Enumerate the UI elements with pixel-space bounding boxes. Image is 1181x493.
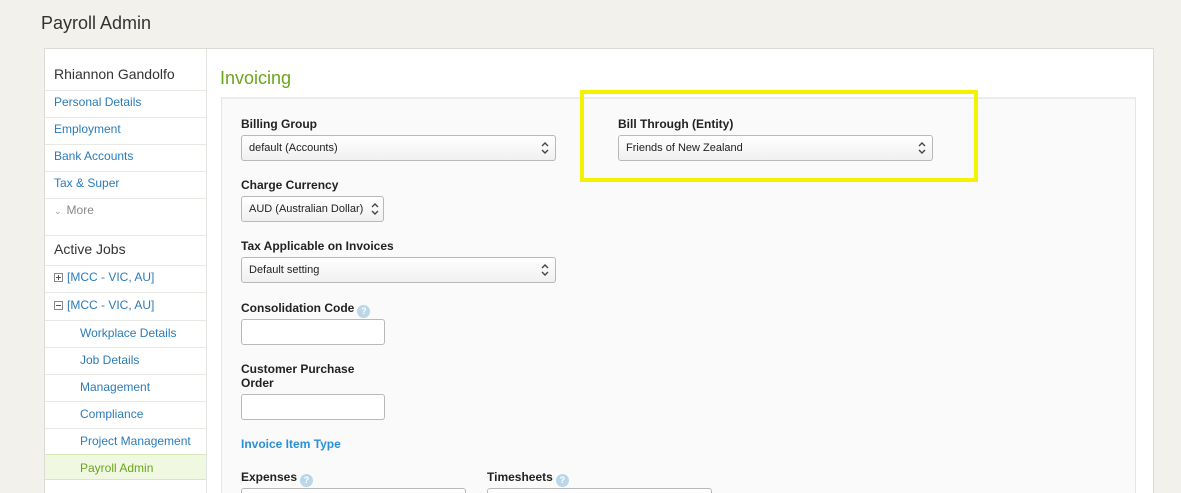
tax-applicable-label: Tax Applicable on Invoices (241, 239, 394, 253)
expand-icon[interactable] (54, 273, 63, 282)
sidebar-item-job-details[interactable]: Job Details (80, 353, 139, 367)
help-icon[interactable]: ? (300, 474, 314, 487)
divider (45, 292, 206, 293)
sidebar-item-bank-accounts[interactable]: Bank Accounts (54, 149, 133, 163)
consolidation-code-label-text: Consolidation Code (241, 301, 355, 315)
chevron-down-icon: ⌄ (54, 206, 62, 216)
tax-applicable-value: Default setting (249, 264, 320, 276)
customer-po-input[interactable] (241, 394, 385, 420)
timesheets-label: Timesheets? (487, 470, 569, 487)
billing-group-select[interactable]: default (Accounts) (241, 135, 556, 161)
invoice-item-type-heading[interactable]: Invoice Item Type (241, 437, 341, 451)
select-arrows-icon (371, 203, 379, 215)
consolidation-code-input[interactable] (241, 319, 385, 345)
section-title: Invoicing (220, 68, 292, 88)
divider (45, 320, 206, 321)
sidebar-item-payroll-admin[interactable]: Payroll Admin (45, 454, 206, 480)
expenses-select[interactable] (241, 488, 466, 493)
billing-group-value: default (Accounts) (249, 142, 338, 154)
sidebar-item-tax-super[interactable]: Tax & Super (54, 176, 119, 190)
customer-po-label: Customer Purchase Order (241, 362, 354, 390)
customer-po-label-line2: Order (241, 376, 274, 390)
divider (45, 401, 206, 402)
page-title: Payroll Admin (41, 13, 152, 33)
divider (45, 198, 206, 199)
charge-currency-value: AUD (Australian Dollar) (249, 203, 364, 215)
sidebar-item-compliance[interactable]: Compliance (80, 407, 143, 421)
divider (45, 428, 206, 429)
divider (45, 374, 206, 375)
sidebar-item-personal-details[interactable]: Personal Details (54, 95, 141, 109)
divider (45, 265, 206, 266)
divider (45, 144, 206, 145)
charge-currency-label: Charge Currency (241, 178, 339, 192)
billing-group-label: Billing Group (241, 117, 317, 131)
help-icon[interactable]: ? (357, 305, 371, 318)
divider (45, 347, 206, 348)
collapse-icon[interactable] (54, 301, 63, 310)
select-arrows-icon (541, 264, 549, 276)
more-label: More (66, 203, 94, 217)
help-icon[interactable]: ? (555, 474, 569, 487)
job-label: [MCC - VIC, AU] (67, 270, 155, 284)
divider (45, 235, 206, 236)
job-item-collapsed[interactable]: [MCC - VIC, AU] (54, 270, 154, 284)
sidebar-item-project-management[interactable]: Project Management (80, 434, 191, 448)
tax-applicable-select[interactable]: Default setting (241, 257, 556, 283)
customer-po-label-line1: Customer Purchase (241, 362, 355, 376)
job-label: [MCC - VIC, AU] (67, 298, 155, 312)
content-container: Rhiannon Gandolfo Personal Details Emplo… (44, 48, 1154, 493)
charge-currency-select[interactable]: AUD (Australian Dollar) (241, 196, 384, 222)
expenses-label: Expenses? (241, 470, 314, 487)
timesheets-label-text: Timesheets (487, 470, 553, 484)
sidebar-item-management[interactable]: Management (80, 380, 150, 394)
consolidation-code-label: Consolidation Code? (241, 301, 371, 318)
sidebar-item-label: Payroll Admin (80, 461, 154, 475)
active-jobs-heading: Active Jobs (54, 241, 126, 257)
expenses-label-text: Expenses (241, 470, 298, 484)
sidebar-more-toggle[interactable]: ⌄ More (54, 203, 94, 217)
sidebar-item-employment[interactable]: Employment (54, 122, 121, 136)
sidebar-item-workplace-details[interactable]: Workplace Details (80, 326, 176, 340)
highlight-box (580, 90, 978, 182)
select-arrows-icon (541, 142, 549, 154)
divider (45, 171, 206, 172)
divider (45, 117, 206, 118)
job-item-expanded[interactable]: [MCC - VIC, AU] (54, 298, 154, 312)
person-name: Rhiannon Gandolfo (54, 66, 175, 82)
sidebar: Rhiannon Gandolfo Personal Details Emplo… (45, 49, 207, 493)
divider (45, 90, 206, 91)
timesheets-select[interactable] (487, 488, 712, 493)
